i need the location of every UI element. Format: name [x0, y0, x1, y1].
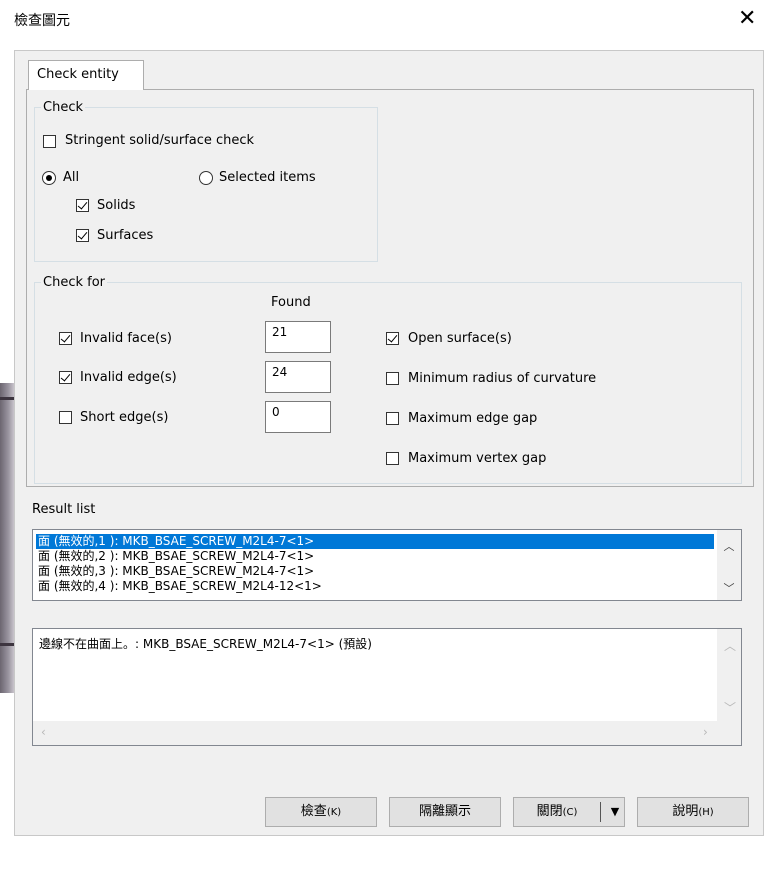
check-for-legend: Check for: [43, 275, 105, 290]
check-group-legend: Check: [43, 100, 83, 115]
solids-checkbox[interactable]: [76, 199, 89, 212]
solids-label: Solids: [97, 198, 136, 213]
found-header: Found: [271, 295, 311, 310]
detail-text: 邊線不在曲面上。: MKB_BSAE_SCREW_M2L4-7<1> (預設): [39, 637, 372, 651]
check-button-hotkey: (K): [326, 807, 342, 818]
background-edge: [0, 397, 14, 400]
close-button[interactable]: 關閉(C) ▼: [513, 797, 625, 827]
close-button-text: 關閉(C): [514, 798, 600, 827]
close-icon[interactable]: ✕: [738, 8, 756, 30]
result-list[interactable]: 面 (無效的,1 ): MKB_BSAE_SCREW_M2L4-7<1> 面 (…: [32, 529, 742, 601]
tab-check-entity[interactable]: Check entity: [28, 60, 144, 90]
split-divider: [600, 802, 601, 822]
scroll-up-icon[interactable]: ︿: [724, 637, 736, 654]
short-edges-label: Short edge(s): [80, 410, 169, 425]
invalid-faces-label: Invalid face(s): [80, 331, 172, 346]
scroll-up-icon[interactable]: ︿: [717, 538, 741, 554]
check-button[interactable]: 檢查(K): [265, 797, 377, 827]
scroll-right-icon[interactable]: ›: [703, 725, 708, 739]
short-edges-checkbox[interactable]: [59, 411, 72, 424]
max-edge-gap-checkbox[interactable]: [386, 412, 399, 425]
help-button-hotkey: (H): [698, 807, 714, 818]
scroll-down-icon[interactable]: ﹀: [724, 699, 736, 716]
invalid-edges-label: Invalid edge(s): [80, 370, 177, 385]
stringent-checkbox[interactable]: [43, 135, 56, 148]
invalid-faces-checkbox[interactable]: [59, 332, 72, 345]
invalid-faces-found-field[interactable]: 21: [265, 321, 331, 353]
help-button[interactable]: 說明(H): [637, 797, 749, 827]
max-edge-gap-label: Maximum edge gap: [408, 411, 538, 426]
check-button-label: 檢查: [300, 804, 327, 819]
max-vertex-gap-label: Maximum vertex gap: [408, 451, 547, 466]
detail-vertical-scrollbar[interactable]: ︿ ﹀: [717, 629, 741, 723]
max-vertex-gap-checkbox[interactable]: [386, 452, 399, 465]
isolate-button-label: 隔離顯示: [418, 804, 471, 819]
close-button-hotkey: (C): [562, 807, 578, 818]
background-edge: [0, 643, 14, 646]
selected-items-label: Selected items: [219, 170, 316, 185]
open-surfaces-label: Open surface(s): [408, 331, 512, 346]
min-radius-label: Minimum radius of curvature: [408, 371, 597, 386]
dropdown-arrow-icon[interactable]: ▼: [606, 798, 624, 826]
short-edges-found-field[interactable]: 0: [265, 401, 331, 433]
surfaces-label: Surfaces: [97, 228, 154, 243]
detail-box[interactable]: 邊線不在曲面上。: MKB_BSAE_SCREW_M2L4-7<1> (預設) …: [32, 628, 742, 746]
result-list-label: Result list: [32, 502, 96, 517]
isolate-button[interactable]: 隔離顯示: [389, 797, 501, 827]
all-radio[interactable]: [42, 171, 56, 185]
list-item[interactable]: 面 (無效的,3 ): MKB_BSAE_SCREW_M2L4-7<1>: [36, 564, 714, 579]
background-model-view: [0, 383, 14, 693]
all-radio-label: All: [63, 170, 80, 185]
scroll-down-icon[interactable]: ﹀: [717, 580, 741, 596]
scroll-left-icon[interactable]: ‹: [41, 725, 46, 739]
window-title: 檢查圖元: [14, 13, 70, 29]
stringent-label: Stringent solid/surface check: [65, 133, 255, 148]
detail-horizontal-scrollbar[interactable]: ‹ ›: [33, 721, 719, 745]
list-item[interactable]: 面 (無效的,1 ): MKB_BSAE_SCREW_M2L4-7<1>: [36, 534, 714, 549]
tab-label: Check entity: [37, 67, 119, 82]
list-item[interactable]: 面 (無效的,4 ): MKB_BSAE_SCREW_M2L4-12<1>: [36, 579, 714, 594]
invalid-edges-found-field[interactable]: 24: [265, 361, 331, 393]
min-radius-checkbox[interactable]: [386, 372, 399, 385]
invalid-edges-checkbox[interactable]: [59, 371, 72, 384]
close-button-label: 關閉: [536, 804, 563, 819]
help-button-label: 說明: [672, 804, 699, 819]
list-item[interactable]: 面 (無效的,2 ): MKB_BSAE_SCREW_M2L4-7<1>: [36, 549, 714, 564]
scrollbar-corner: [717, 721, 741, 745]
open-surfaces-checkbox[interactable]: [386, 332, 399, 345]
surfaces-checkbox[interactable]: [76, 229, 89, 242]
selected-items-radio[interactable]: [199, 171, 213, 185]
result-list-scrollbar[interactable]: ︿ ﹀: [717, 530, 741, 600]
